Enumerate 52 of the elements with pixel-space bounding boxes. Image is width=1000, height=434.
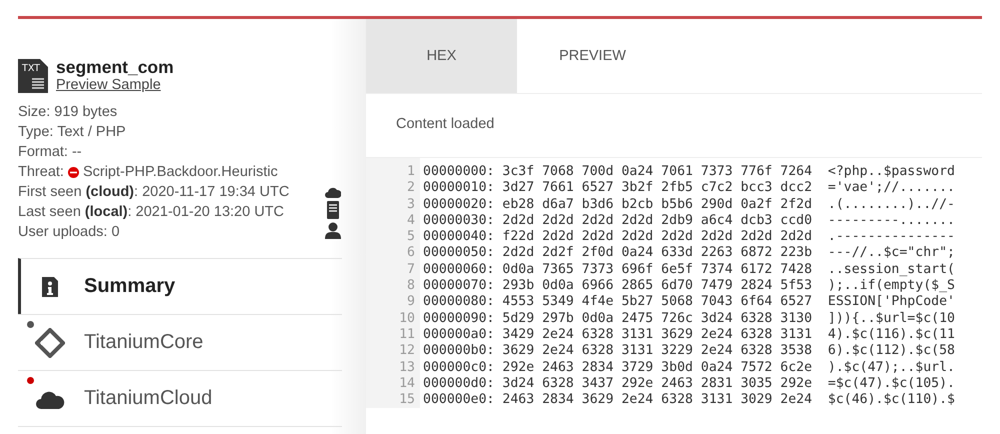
line-number: 14: [398, 376, 416, 392]
cloud-icon[interactable]: [325, 186, 341, 198]
hex-line: 00000010: 3d27 7661 6527 3b2f 2fb5 c7c2 bcc3 dcc2 ='vae';//.......: [423, 180, 955, 197]
nav-item[interactable]: Summary: [18, 258, 342, 314]
threat-name: Script-PHP.Backdoor.Heuristic: [82, 163, 278, 182]
hex-line: 00000090: 5d29 297b 0d0a 2475 726c 3d24 6328 3130 ])){..$url=$c(10: [423, 310, 955, 327]
line-number: 1: [406, 164, 416, 180]
hex-line: 00000000: 3c3f 7068 700d 0a24 7061 7373 776f 7264 <?php..$password: [423, 164, 955, 180]
file-name: segment_com: [56, 57, 174, 77]
hex-line: 000000c0: 292e 2463 2834 3729 3b0d 0a24 7572 6c2e ).$c(47);..$url.: [423, 360, 955, 376]
hex-line: 00000040: f22d 2d2d 2d2d 2d2d 2d2d 2d2d 2d2d 2d2d .---------------: [423, 229, 955, 246]
hex-line: 000000d0: 3d24 6328 3437 292e 2463 2831 3035 292e =$c(47).$c(105).: [423, 376, 955, 392]
line-number: 3: [406, 196, 416, 213]
hex-line: 000000b0: 3629 2e24 6328 3131 3229 2e24 6328 3538 6).$c(112).$c(58: [423, 343, 955, 360]
text-file-icon: TXT: [18, 57, 48, 93]
server-icon[interactable]: [325, 201, 341, 219]
line-number: 10: [398, 310, 416, 327]
line-number: 8: [406, 278, 416, 294]
line-number: 9: [406, 294, 416, 311]
detail-text: User uploads: 0: [18, 223, 121, 242]
hex-line: 000000a0: 3429 2e24 6328 3131 3629 2e24 6328 3131 4).$c(116).$c(11: [423, 326, 955, 344]
line-number: 12: [398, 343, 416, 360]
line-number: 13: [398, 360, 416, 376]
hex-line: 00000050: 2d2d 2d2f 2f0d 0a24 633d 2263 6872 223b ---//..$c="chr";: [423, 245, 955, 262]
hex-line: 00000030: 2d2d 2d2d 2d2d 2d2d 2db9 a6c4 dcb3 ccd0 ---------.......: [423, 212, 955, 230]
line-number: 11: [398, 326, 416, 344]
status-text: Content loaded: [396, 116, 494, 132]
line-number: 7: [406, 262, 416, 278]
hex-line: 000000e0: 2463 2834 3629 2e24 6328 3131 3029 2e24 $c(46).$c(110).$: [423, 392, 955, 408]
detail-text: First seen (cloud): 2020-11-17 19:34 UTC: [18, 183, 290, 202]
tab[interactable]: HEX: [366, 19, 517, 93]
line-number: 4: [406, 212, 416, 230]
line-number: 15: [398, 392, 416, 408]
diamond-icon: [35, 328, 65, 358]
detail-label: Threat:: [18, 163, 64, 182]
detail-text: Format: --: [18, 143, 83, 162]
detail-text: Size: 919 bytes: [18, 103, 118, 122]
line-number: 6: [406, 245, 416, 262]
line-number: 5: [406, 229, 416, 246]
nav-item[interactable]: TitaniumCloud: [18, 370, 342, 427]
user-icon[interactable]: [325, 222, 341, 239]
detail-text: Last seen (local): 2021-01-20 13:20 UTC: [18, 203, 285, 222]
tab[interactable]: PREVIEW: [517, 19, 668, 93]
line-number: 2: [406, 180, 416, 197]
hex-line: 00000060: 0d0a 7365 7373 696f 6e5f 7374 6172 7428 ..session_start(: [423, 262, 955, 278]
hex-line: 00000080: 4553 5349 4f4e 5b27 5068 7043 6f64 6527 ESSION['PhpCode': [423, 294, 955, 311]
hex-line: 00000020: eb28 d6a7 b3d6 b2cb b5b6 290d 0a2f 2f2d .(........)..//-: [423, 196, 955, 213]
threat-icon: [68, 166, 79, 178]
hex-line: 00000070: 293b 0d0a 6966 2865 6d70 7479 2824 5f53 );..if(empty($_S: [423, 278, 955, 294]
detail-text: Type: Text / PHP: [18, 123, 127, 142]
nav-item[interactable]: TitaniumCore: [18, 314, 342, 370]
preview-sample-link[interactable]: Preview Sample: [56, 77, 161, 93]
